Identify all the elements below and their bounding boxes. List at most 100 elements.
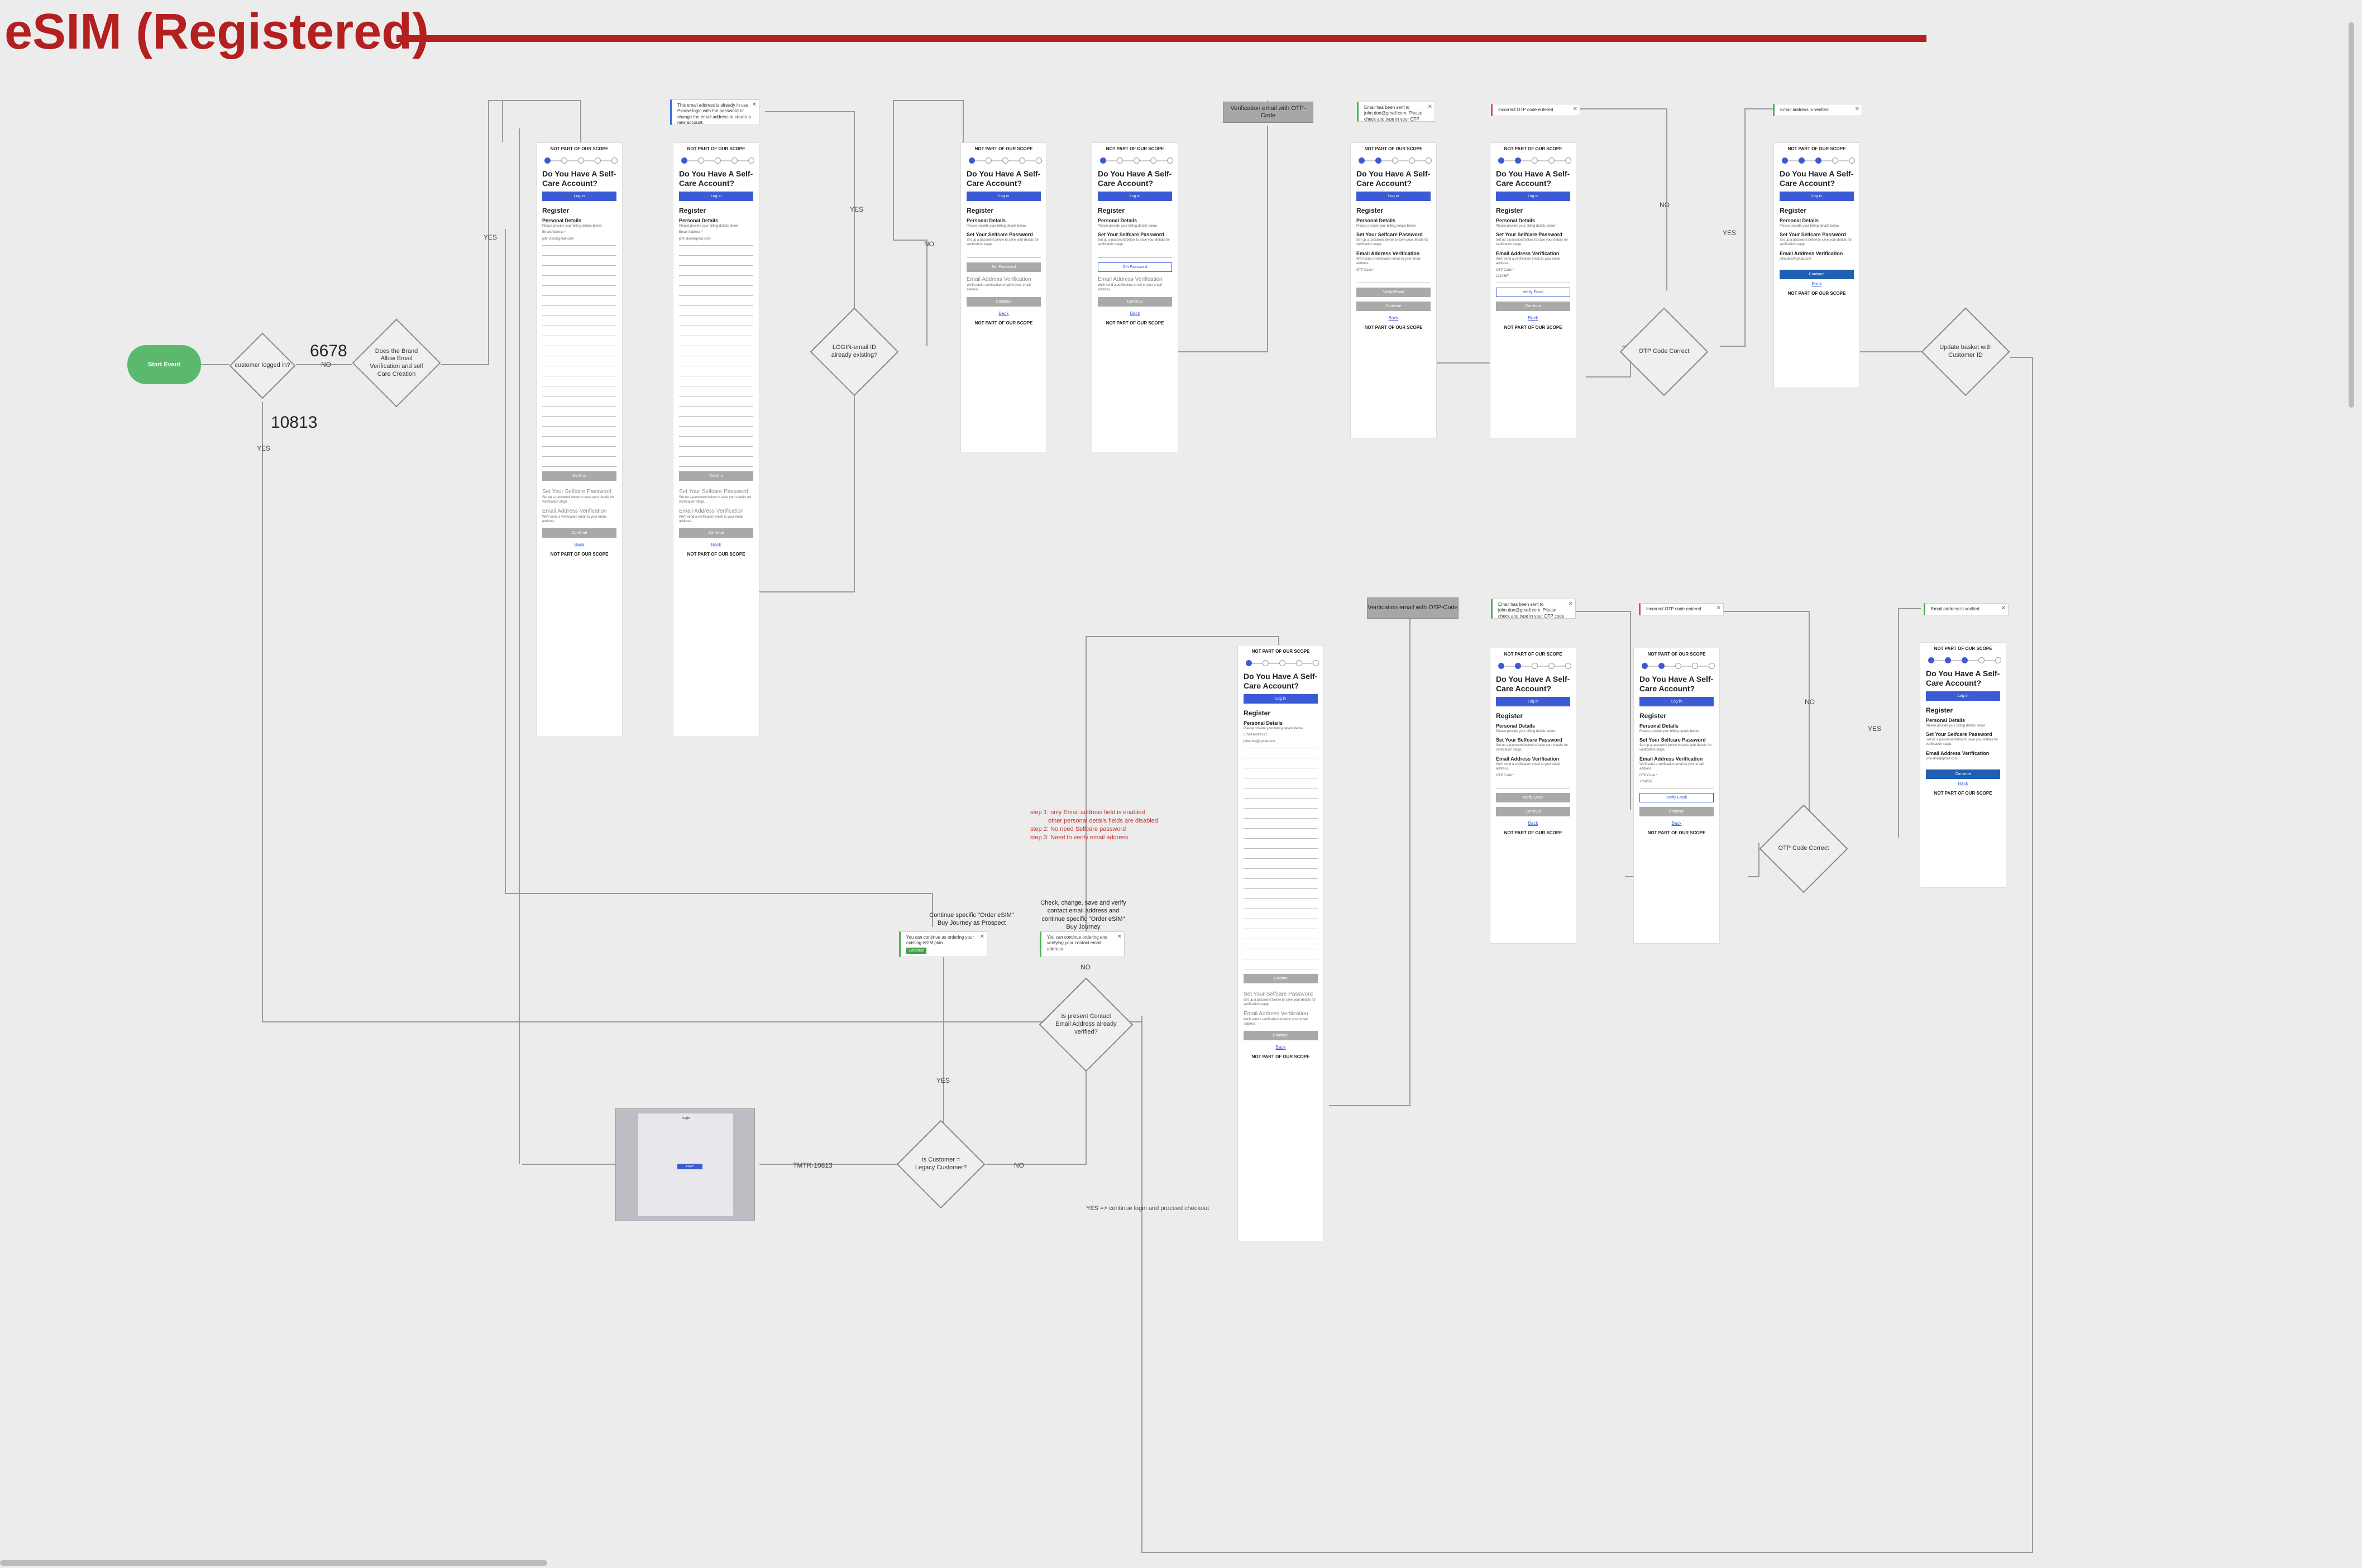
form-field[interactable] <box>1244 850 1318 859</box>
continue-button[interactable]: Continue <box>906 947 927 954</box>
form-field[interactable] <box>679 318 753 327</box>
form-field[interactable] <box>679 348 753 357</box>
continue-button[interactable]: Continue <box>1098 297 1172 307</box>
continue-button[interactable]: Continue <box>1496 807 1570 817</box>
form-field[interactable] <box>1244 931 1318 940</box>
password-field[interactable] <box>1098 250 1172 258</box>
login-button[interactable]: Log in <box>1496 696 1570 706</box>
email-field[interactable]: john.doe@gmail.com <box>1244 740 1318 749</box>
verify-email-button[interactable]: Verify Email <box>1356 288 1431 298</box>
back-link[interactable]: Back <box>1490 821 1576 826</box>
close-icon[interactable]: ✕ <box>1569 600 1573 608</box>
back-link[interactable]: Back <box>537 542 622 547</box>
form-field[interactable] <box>542 308 616 317</box>
login-button[interactable]: Log in <box>1098 191 1172 201</box>
set-password-button[interactable]: Set Password <box>1098 262 1172 272</box>
close-icon[interactable]: ✕ <box>1117 933 1122 940</box>
form-field[interactable] <box>679 368 753 377</box>
form-field[interactable] <box>1244 760 1318 769</box>
login-button[interactable]: Log in <box>1496 191 1570 201</box>
form-field[interactable] <box>1244 881 1318 890</box>
email-field[interactable]: john.doe@gmail.com <box>679 237 753 246</box>
continue-button[interactable]: Continue <box>1639 807 1714 817</box>
close-icon[interactable]: ✕ <box>2001 605 2006 612</box>
horizontal-scrollbar[interactable] <box>0 1560 547 1566</box>
form-field[interactable] <box>542 408 616 417</box>
form-field[interactable] <box>542 298 616 307</box>
form-field[interactable] <box>542 257 616 266</box>
form-field[interactable] <box>542 318 616 327</box>
otp-field[interactable]: 1234567 <box>1639 780 1714 789</box>
form-field[interactable] <box>542 328 616 337</box>
continue-button[interactable]: Continue <box>679 528 753 538</box>
form-field[interactable] <box>1244 810 1318 819</box>
form-field[interactable] <box>1244 800 1318 809</box>
close-icon[interactable]: ✕ <box>1428 103 1432 111</box>
back-link[interactable]: Back <box>1774 281 1859 286</box>
form-field[interactable] <box>679 328 753 337</box>
form-field[interactable] <box>679 428 753 437</box>
form-field[interactable] <box>679 288 753 297</box>
verify-email-button[interactable]: Verify Email <box>1496 288 1570 298</box>
form-field[interactable] <box>542 448 616 457</box>
close-icon[interactable]: ✕ <box>1716 605 1721 612</box>
back-link[interactable]: Back <box>1238 1045 1323 1050</box>
form-field[interactable] <box>542 418 616 427</box>
form-field[interactable] <box>1244 911 1318 920</box>
vertical-scrollbar[interactable] <box>2349 22 2354 408</box>
form-field[interactable] <box>542 458 616 467</box>
confirm-button[interactable]: Confirm <box>542 471 616 481</box>
close-icon[interactable]: ✕ <box>1855 106 1859 113</box>
continue-button[interactable]: Continue <box>542 528 616 538</box>
back-link[interactable]: Back <box>1351 315 1436 321</box>
form-field[interactable] <box>1244 871 1318 879</box>
legacy-login-button[interactable]: Log in <box>677 1164 702 1169</box>
form-field[interactable] <box>1244 891 1318 900</box>
otp-field[interactable]: 1234567 <box>1496 275 1570 284</box>
form-field[interactable] <box>679 338 753 347</box>
close-icon[interactable]: ✕ <box>752 101 757 108</box>
otp-field[interactable] <box>1356 275 1431 284</box>
form-field[interactable] <box>542 438 616 447</box>
form-field[interactable] <box>679 458 753 467</box>
form-field[interactable] <box>542 428 616 437</box>
form-field[interactable] <box>542 278 616 286</box>
verify-email-button[interactable]: Verify Email <box>1639 793 1714 803</box>
form-field[interactable] <box>679 308 753 317</box>
set-password-button[interactable]: Set Password <box>967 262 1041 272</box>
form-field[interactable] <box>542 267 616 276</box>
form-field[interactable] <box>679 438 753 447</box>
login-button[interactable]: Log in <box>1926 691 2000 701</box>
form-field[interactable] <box>1244 750 1318 759</box>
email-field[interactable]: john.doe@gmail.com <box>542 237 616 246</box>
continue-button[interactable]: Continue <box>967 297 1041 307</box>
form-field[interactable] <box>1244 961 1318 970</box>
form-field[interactable] <box>542 368 616 377</box>
verify-email-button[interactable]: Verify Email <box>1496 793 1570 803</box>
form-field[interactable] <box>679 257 753 266</box>
form-field[interactable] <box>679 278 753 286</box>
form-field[interactable] <box>542 358 616 367</box>
form-field[interactable] <box>679 418 753 427</box>
form-field[interactable] <box>1244 921 1318 930</box>
form-field[interactable] <box>542 378 616 387</box>
login-button[interactable]: Log in <box>679 191 753 201</box>
form-field[interactable] <box>1244 770 1318 779</box>
form-field[interactable] <box>679 358 753 367</box>
otp-field[interactable] <box>1496 780 1570 789</box>
login-button[interactable]: Log in <box>1639 696 1714 706</box>
back-link[interactable]: Back <box>1092 311 1178 316</box>
back-link[interactable]: Back <box>673 542 759 547</box>
form-field[interactable] <box>1244 941 1318 950</box>
form-field[interactable] <box>1244 861 1318 869</box>
form-field[interactable] <box>1244 820 1318 829</box>
close-icon[interactable]: ✕ <box>1573 106 1577 113</box>
form-field[interactable] <box>1244 901 1318 910</box>
form-field[interactable] <box>1244 830 1318 839</box>
continue-button[interactable]: Continue <box>1356 302 1431 312</box>
login-button[interactable]: Log in <box>967 191 1041 201</box>
login-button[interactable]: Log in <box>542 191 616 201</box>
continue-button[interactable]: Continue <box>1780 269 1854 279</box>
form-field[interactable] <box>679 378 753 387</box>
close-icon[interactable]: ✕ <box>980 933 984 940</box>
